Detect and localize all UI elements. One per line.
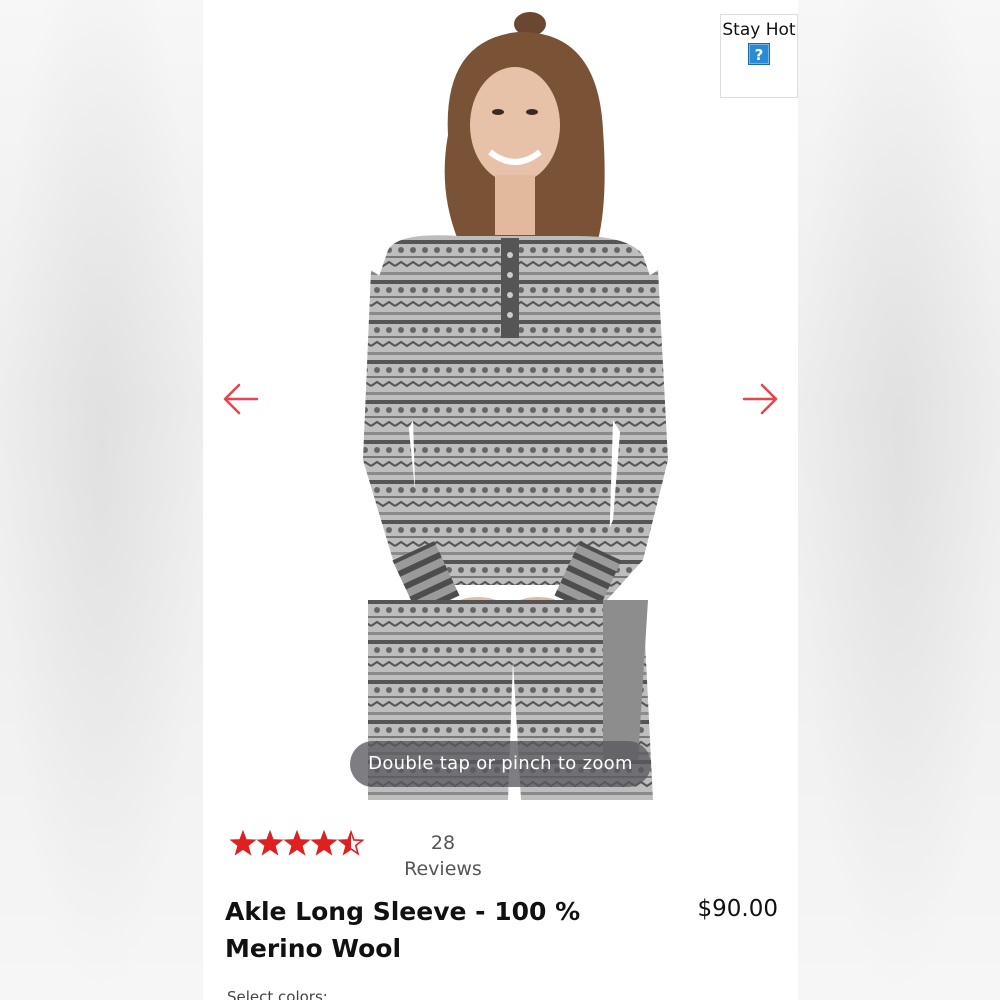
review-count: 28	[430, 832, 456, 854]
review-count-link[interactable]: 28 Reviews	[398, 830, 488, 882]
product-page: Double tap or pinch to zoom Stay Hot ? 2…	[203, 0, 798, 1000]
product-image[interactable]: Double tap or pinch to zoom	[203, 0, 798, 800]
select-colors-label: Select colors:	[227, 988, 328, 1000]
star-fill	[258, 832, 282, 854]
zoom-hint-toast: Double tap or pinch to zoom	[350, 741, 651, 787]
star-rating[interactable]	[230, 829, 370, 859]
star-rating-icons	[230, 829, 365, 856]
background-blur-left	[0, 0, 203, 1000]
star-fill	[285, 832, 309, 854]
stay-hot-widget[interactable]: Stay Hot ?	[720, 14, 798, 98]
arrow-left-icon	[223, 383, 259, 415]
star-fill	[231, 832, 255, 854]
arrow-right-icon	[742, 383, 778, 415]
model-photo	[363, 12, 668, 800]
next-image-button[interactable]	[740, 379, 780, 419]
product-title: Akle Long Sleeve - 100 % Merino Wool	[225, 897, 581, 963]
previous-image-button[interactable]	[221, 379, 261, 419]
question-mark-icon[interactable]: ?	[748, 43, 770, 65]
star-fill	[312, 832, 336, 854]
background-blur-right	[798, 0, 1000, 1000]
stay-hot-label: Stay Hot	[722, 20, 796, 40]
review-label: Reviews	[404, 858, 482, 880]
product-price: $90.00	[697, 896, 778, 922]
